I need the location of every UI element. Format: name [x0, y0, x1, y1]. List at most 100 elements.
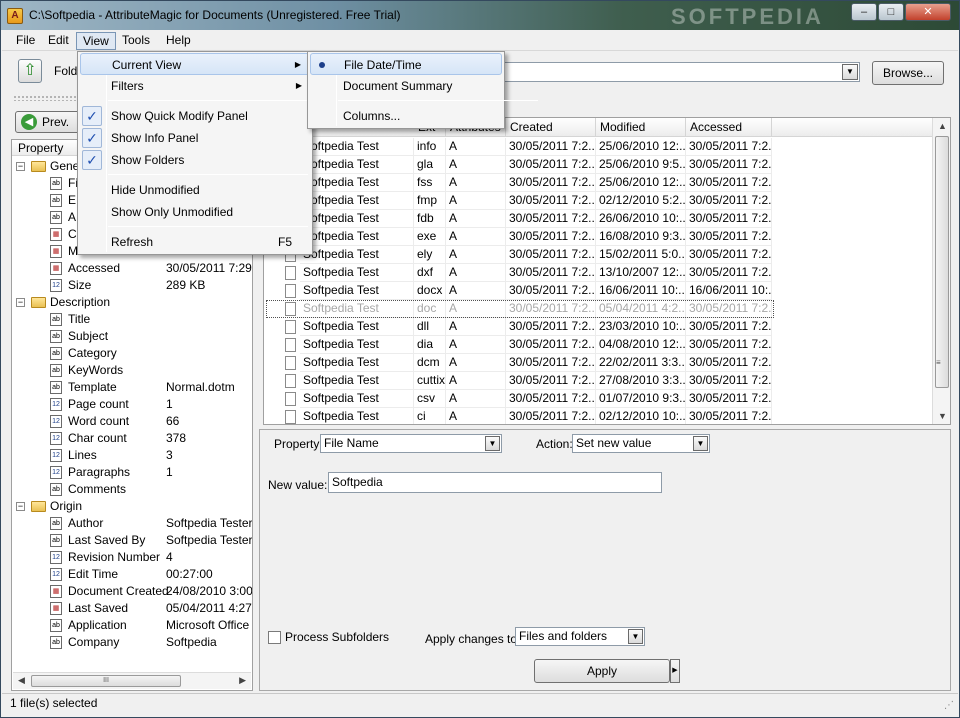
file-row[interactable]: Softpedia Test docx A 30/05/2011 7:2... 16/0…	[264, 282, 774, 300]
property-value: Softpedia	[166, 635, 217, 649]
chevron-down-icon[interactable]: ▼	[485, 436, 500, 451]
menu-edit[interactable]: Edit	[42, 32, 75, 50]
menu-item-hide-unmodified[interactable]: Hide Unmodified	[80, 179, 310, 201]
file-icon	[285, 356, 296, 370]
vertical-scrollbar[interactable]: ▲ ≡ ▼	[932, 118, 950, 424]
property-row[interactable]: ab Last Saved By Softpedia Tester	[12, 532, 252, 549]
scroll-down-icon[interactable]: ▼	[938, 411, 947, 421]
apply-changes-select[interactable]: Files and folders ▼	[515, 627, 645, 646]
property-row[interactable]: ab Application Microsoft Office W	[12, 617, 252, 634]
menu-item-columns[interactable]: Columns...	[310, 105, 502, 127]
scroll-up-icon[interactable]: ▲	[938, 121, 947, 131]
property-row[interactable]: ab KeyWords	[12, 362, 252, 379]
property-row[interactable]: 12 Paragraphs 1	[12, 464, 252, 481]
column-header[interactable]: Accessed	[686, 118, 772, 137]
file-row[interactable]: Softpedia Test dll A 30/05/2011 7:2... 23/03…	[264, 318, 774, 336]
menu-item-document-summary[interactable]: Document Summary	[310, 75, 502, 97]
menu-item-filters[interactable]: Filters ▶	[80, 75, 310, 97]
property-row[interactable]: ab Template Normal.dotm	[12, 379, 252, 396]
file-row[interactable]: Softpedia Test exe A 30/05/2011 7:2... 16/08…	[264, 228, 774, 246]
menu-item-show-info-panel[interactable]: ✓ Show Info Panel	[80, 127, 310, 149]
property-row[interactable]: ab Title	[12, 311, 252, 328]
file-row[interactable]: Softpedia Test info A 30/05/2011 7:2... 25/0…	[264, 138, 774, 156]
tree-group[interactable]: − Origin	[12, 498, 252, 515]
property-row[interactable]: 12 Word count 66	[12, 413, 252, 430]
property-row[interactable]: ab Company Softpedia	[12, 634, 252, 651]
folder-up-icon[interactable]: ⇧	[18, 59, 42, 83]
tree-group[interactable]: − Description	[12, 294, 252, 311]
new-value-input[interactable]: Softpedia	[328, 472, 662, 493]
collapse-icon[interactable]: −	[16, 162, 25, 171]
menu-item-current-view[interactable]: Current View ▶	[80, 53, 310, 75]
menu-tools[interactable]: Tools	[116, 32, 156, 50]
file-row[interactable]: Softpedia Test doc A 30/05/2011 7:2... 05/04…	[264, 300, 774, 318]
file-row[interactable]: Softpedia Test dxf A 30/05/2011 7:2... 13/10…	[264, 264, 774, 282]
resize-grip-icon[interactable]: ⋰	[944, 700, 954, 711]
text-field-icon: ab	[50, 619, 62, 632]
chevron-down-icon[interactable]: ▼	[693, 436, 708, 451]
file-row[interactable]: Softpedia Test dia A 30/05/2011 7:2... 04/08…	[264, 336, 774, 354]
property-row[interactable]: 12 Lines 3	[12, 447, 252, 464]
property-row[interactable]: 12 Page count 1	[12, 396, 252, 413]
property-row[interactable]: ab Category	[12, 345, 252, 362]
property-row[interactable]: ▦ Last Saved 05/04/2011 4:27:	[12, 600, 252, 617]
menu-item-file-date-time[interactable]: File Date/Time	[310, 53, 502, 75]
menu-item-show-folders[interactable]: ✓ Show Folders	[80, 149, 310, 171]
property-row[interactable]: 12 Size 289 KB	[12, 277, 252, 294]
menu-file[interactable]: File	[10, 32, 41, 50]
scroll-left-icon[interactable]: ◀	[18, 675, 25, 686]
file-row[interactable]: Softpedia Test fdb A 30/05/2011 7:2... 26/06…	[264, 210, 774, 228]
file-row[interactable]: Softpedia Test gla A 30/05/2011 7:2... 25/06…	[264, 156, 774, 174]
title-bar[interactable]: A C:\Softpedia - AttributeMagic for Docu…	[1, 1, 959, 30]
apply-split-arrow[interactable]: ▶	[670, 659, 680, 683]
property-select[interactable]: File Name ▼	[320, 434, 502, 453]
file-row[interactable]: Softpedia Test dcm A 30/05/2011 7:2... 22/02…	[264, 354, 774, 372]
file-modified: 04/08/2010 12:...	[596, 336, 686, 354]
file-row[interactable]: Softpedia Test ci A 30/05/2011 7:2... 02/12/…	[264, 408, 774, 424]
prev-button[interactable]: ◀ Prev.	[15, 111, 83, 133]
property-row[interactable]: 12 Edit Time 00:27:00	[12, 566, 252, 583]
file-row[interactable]: Softpedia Test fmp A 30/05/2011 7:2... 02/12…	[264, 192, 774, 210]
column-header[interactable]: Modified	[596, 118, 686, 137]
property-row[interactable]: 12 Revision Number 4	[12, 549, 252, 566]
menu-item-show-only-unmodified[interactable]: Show Only Unmodified	[80, 201, 310, 223]
property-value: 1	[166, 397, 173, 411]
close-button[interactable]: ✕	[905, 3, 951, 21]
menu-bar: File Edit View Tools Help	[2, 31, 958, 51]
file-name: Softpedia Test	[300, 192, 414, 210]
property-row[interactable]: ▦ Document Created 24/08/2010 3:00:	[12, 583, 252, 600]
action-select[interactable]: Set new value ▼	[572, 434, 710, 453]
menu-view[interactable]: View	[76, 32, 116, 50]
collapse-icon[interactable]: −	[16, 502, 25, 511]
maximize-button[interactable]: □	[878, 3, 904, 21]
submenu-arrow-icon: ▶	[294, 60, 301, 69]
property-row[interactable]: ab Comments	[12, 481, 252, 498]
file-row[interactable]: Softpedia Test fss A 30/05/2011 7:2... 25/06…	[264, 174, 774, 192]
property-row[interactable]: ab Subject	[12, 328, 252, 345]
scroll-thumb[interactable]	[935, 136, 949, 388]
file-list[interactable]: ExtAttributesCreatedModifiedAccessed Sof…	[263, 117, 951, 425]
property-value: 378	[166, 431, 187, 445]
minimize-button[interactable]: –	[851, 3, 877, 21]
chevron-down-icon[interactable]: ▼	[842, 64, 858, 80]
app-icon[interactable]: A	[7, 8, 23, 24]
column-header[interactable]: Created	[506, 118, 596, 137]
file-row[interactable]: Softpedia Test ely A 30/05/2011 7:2... 15/02…	[264, 246, 774, 264]
process-subfolders-checkbox[interactable]	[268, 631, 281, 644]
file-row[interactable]: Softpedia Test csv A 30/05/2011 7:2... 01/07…	[264, 390, 774, 408]
browse-button[interactable]: Browse...	[872, 61, 944, 85]
property-row[interactable]: ab Author Softpedia Tester	[12, 515, 252, 532]
property-row[interactable]: ▦ Accessed 30/05/2011 7:29:	[12, 260, 252, 277]
scroll-thumb[interactable]: III	[31, 675, 181, 687]
scroll-right-icon[interactable]: ▶	[239, 675, 246, 686]
menu-help[interactable]: Help	[160, 32, 197, 50]
property-row[interactable]: 12 Char count 378	[12, 430, 252, 447]
menu-item-show-quick-modify-panel[interactable]: ✓ Show Quick Modify Panel	[80, 105, 310, 127]
collapse-icon[interactable]: −	[16, 298, 25, 307]
chevron-down-icon[interactable]: ▼	[628, 629, 643, 644]
horizontal-scrollbar[interactable]: ◀ III ▶	[13, 672, 251, 689]
file-row[interactable]: Softpedia Test cuttix A 30/05/2011 7:2... 27…	[264, 372, 774, 390]
apply-button[interactable]: Apply	[534, 659, 670, 683]
menu-item-refresh[interactable]: Refresh F5	[80, 231, 310, 253]
file-icon	[285, 374, 296, 388]
